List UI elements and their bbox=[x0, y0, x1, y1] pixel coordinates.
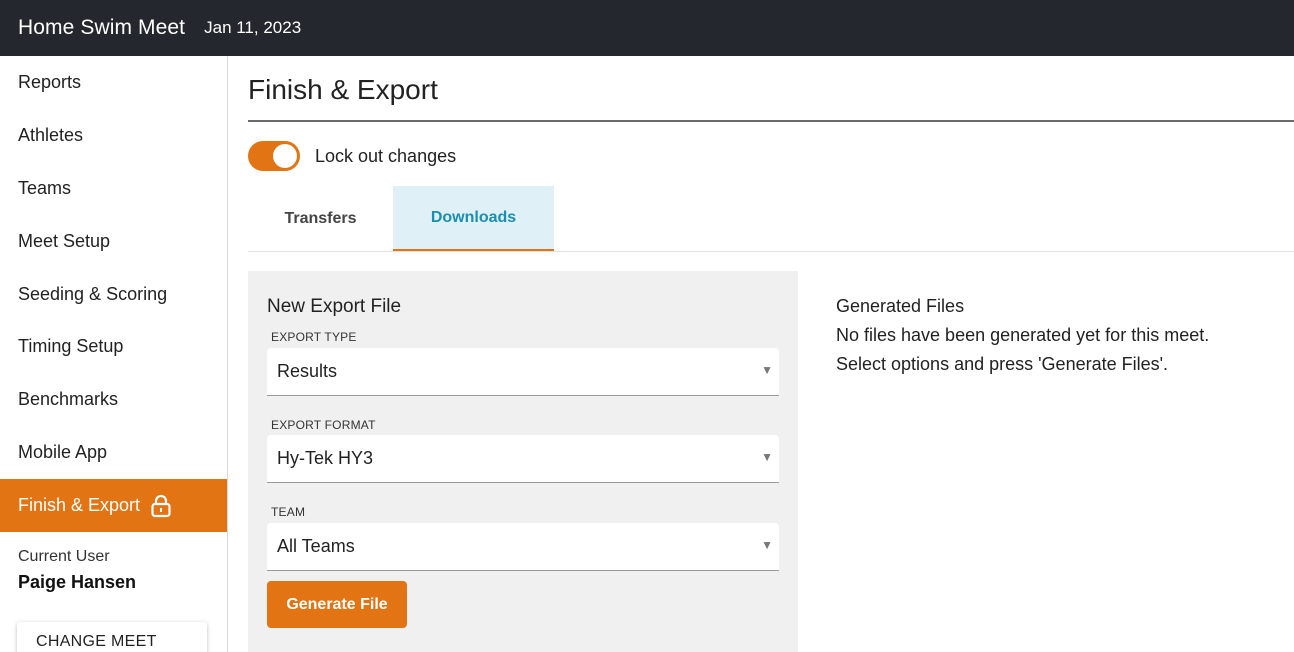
lock-changes-label: Lock out changes bbox=[315, 145, 457, 166]
tab-downloads[interactable]: Downloads bbox=[393, 186, 554, 251]
sidebar-item-finish-export[interactable]: Finish & Export bbox=[0, 479, 227, 533]
sidebar-item-label: Teams bbox=[18, 177, 72, 198]
export-type-value: Results bbox=[277, 361, 338, 381]
sidebar-item-timing-setup[interactable]: Timing Setup bbox=[0, 320, 227, 373]
lock-icon bbox=[150, 494, 172, 518]
new-export-panel: New Export File EXPORT TYPE Results ▼ EX… bbox=[248, 271, 798, 652]
page-title: Finish & Export bbox=[248, 74, 438, 105]
sidebar-item-label: Seeding & Scoring bbox=[18, 283, 168, 304]
tab-bar: Transfers Downloads bbox=[248, 186, 1294, 252]
export-type-select[interactable]: Results ▼ bbox=[267, 348, 779, 396]
generated-files-panel: Generated Files No files have been gener… bbox=[836, 292, 1209, 379]
generated-files-title: Generated Files bbox=[836, 296, 965, 316]
toggle-knob bbox=[273, 144, 297, 168]
sidebar-item-meet-setup[interactable]: Meet Setup bbox=[0, 215, 227, 268]
sidebar-item-label: Timing Setup bbox=[18, 336, 124, 357]
sidebar-item-label: Benchmarks bbox=[18, 389, 119, 410]
sidebar-item-benchmarks[interactable]: Benchmarks bbox=[0, 373, 227, 426]
lock-changes-toggle[interactable] bbox=[248, 141, 300, 171]
team-value: All Teams bbox=[277, 536, 355, 556]
lock-toggle-row: Lock out changes bbox=[248, 141, 456, 171]
main-content: Finish & Export Lock out changes Transfe… bbox=[248, 56, 1294, 652]
top-bar: Home Swim Meet Jan 11, 2023 bbox=[0, 0, 1294, 56]
export-type-label: EXPORT TYPE bbox=[271, 330, 357, 344]
sidebar-item-label: Finish & Export bbox=[18, 495, 141, 516]
export-panel-title: New Export File bbox=[267, 296, 402, 317]
team-select[interactable]: All Teams ▼ bbox=[267, 523, 779, 571]
sidebar: Reports Athletes Teams Meet Setup Seedin… bbox=[0, 56, 228, 652]
sidebar-item-athletes[interactable]: Athletes bbox=[0, 109, 227, 162]
export-format-select[interactable]: Hy-Tek HY3 ▼ bbox=[267, 435, 779, 483]
generated-files-hint: Select options and press 'Generate Files… bbox=[836, 354, 1169, 374]
sidebar-item-label: Mobile App bbox=[18, 442, 108, 463]
export-format-value: Hy-Tek HY3 bbox=[277, 448, 374, 468]
dropdown-arrow-icon: ▼ bbox=[761, 538, 773, 552]
sidebar-item-teams[interactable]: Teams bbox=[0, 162, 227, 215]
sidebar-item-label: Meet Setup bbox=[18, 230, 111, 251]
tab-transfers[interactable]: Transfers bbox=[248, 186, 393, 251]
sidebar-item-reports[interactable]: Reports bbox=[0, 56, 227, 109]
sidebar-item-mobile-app[interactable]: Mobile App bbox=[0, 426, 227, 479]
current-user-label: Current User bbox=[18, 548, 110, 566]
sidebar-item-label: Reports bbox=[18, 71, 82, 92]
dropdown-arrow-icon: ▼ bbox=[761, 450, 773, 464]
meet-date: Jan 11, 2023 bbox=[204, 18, 302, 37]
sidebar-item-label: Athletes bbox=[18, 124, 84, 145]
team-label: TEAM bbox=[271, 505, 306, 519]
dropdown-arrow-icon: ▼ bbox=[761, 363, 773, 377]
change-meet-button[interactable]: CHANGE MEET bbox=[17, 622, 207, 652]
generate-file-button[interactable]: Generate File bbox=[267, 581, 407, 628]
export-format-label: EXPORT FORMAT bbox=[271, 418, 376, 432]
sidebar-item-seeding-scoring[interactable]: Seeding & Scoring bbox=[0, 268, 227, 321]
app-title: Home Swim Meet bbox=[18, 16, 186, 39]
title-divider bbox=[248, 120, 1294, 122]
current-user-name: Paige Hansen bbox=[18, 572, 137, 593]
generated-files-empty-message: No files have been generated yet for thi… bbox=[836, 325, 1210, 345]
current-user: Current User Paige Hansen bbox=[0, 548, 227, 593]
